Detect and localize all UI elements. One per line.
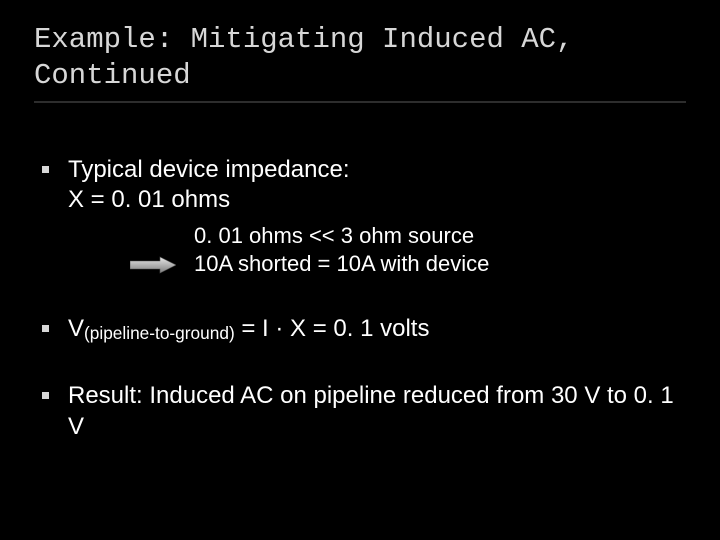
bullet-list: Typical device impedance: X = 0. 01 ohms bbox=[34, 155, 686, 443]
bullet-1-sub-1: 0. 01 ohms << 3 ohm source bbox=[194, 222, 686, 250]
bullet-1-line-1: Typical device impedance: bbox=[68, 156, 349, 183]
slide: Example: Mitigating Induced AC, Continue… bbox=[0, 0, 720, 540]
bullet-item-1: Typical device impedance: X = 0. 01 ohms bbox=[34, 155, 686, 279]
bullet-item-3: Result: Induced AC on pipeline reduced f… bbox=[34, 381, 686, 442]
bullet-3-text: Result: Induced AC on pipeline reduced f… bbox=[68, 382, 674, 440]
bullet-1-sub-block: 0. 01 ohms << 3 ohm source 10A shorted =… bbox=[68, 222, 686, 278]
arrow-icon bbox=[130, 256, 176, 274]
bullet-1-line-2: X = 0. 01 ohms bbox=[68, 186, 230, 213]
bullet-2-var: V bbox=[68, 315, 84, 342]
bullet-2-subscript: (pipeline-to-ground) bbox=[84, 323, 235, 343]
title-divider bbox=[34, 101, 686, 103]
slide-body: Typical device impedance: X = 0. 01 ohms bbox=[34, 155, 686, 443]
bullet-1-sub-2: 10A shorted = 10A with device bbox=[194, 250, 686, 278]
bullet-item-2: V(pipeline-to-ground) = I · X = 0. 1 vol… bbox=[34, 314, 686, 345]
bullet-2-rest: = I · X = 0. 1 volts bbox=[235, 315, 430, 342]
slide-title: Example: Mitigating Induced AC, Continue… bbox=[34, 22, 686, 95]
